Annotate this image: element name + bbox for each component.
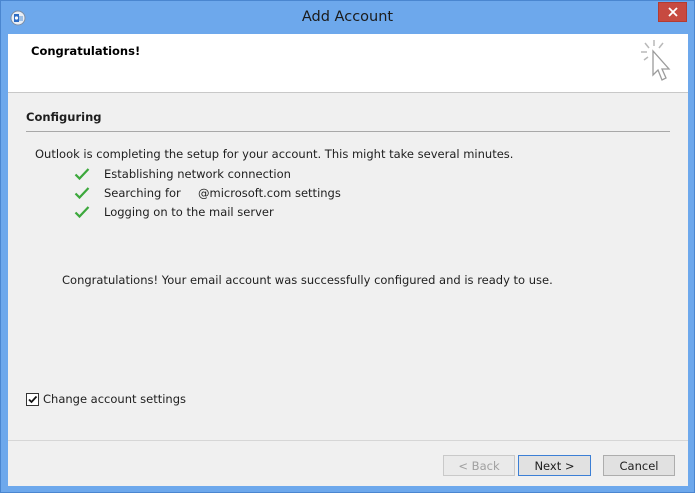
title-bar[interactable]: Add Account bbox=[1, 1, 694, 34]
next-button[interactable]: Next > bbox=[518, 455, 591, 476]
step-label: Establishing network connection bbox=[104, 167, 291, 181]
checkmark-icon bbox=[28, 395, 38, 403]
step-item: Logging on to the mail server bbox=[74, 203, 274, 221]
window-title: Add Account bbox=[301, 9, 394, 25]
back-button[interactable]: < Back bbox=[443, 455, 515, 476]
step-item: Searching for @microsoft.com settings bbox=[74, 184, 341, 202]
header-panel: Congratulations! bbox=[8, 34, 688, 93]
step-suffix: @microsoft.com settings bbox=[198, 186, 341, 200]
dialog-body: Congratulations! Configuring Outlook is … bbox=[8, 34, 688, 486]
change-account-settings-label: Change account settings bbox=[43, 392, 187, 406]
configure-cursor-icon bbox=[641, 40, 671, 81]
change-account-settings-option[interactable]: Change account settings bbox=[26, 392, 186, 406]
check-icon bbox=[74, 168, 90, 181]
cancel-button[interactable]: Cancel bbox=[603, 455, 675, 476]
close-button[interactable] bbox=[658, 2, 687, 22]
check-icon bbox=[74, 206, 90, 219]
step-label: Searching for bbox=[104, 186, 181, 200]
header-title: Congratulations! bbox=[31, 44, 141, 58]
close-icon bbox=[667, 7, 678, 17]
footer-divider bbox=[8, 440, 688, 441]
check-icon bbox=[74, 187, 90, 200]
section-divider bbox=[26, 131, 670, 132]
change-account-settings-checkbox[interactable] bbox=[26, 392, 39, 406]
step-item: Establishing network connection bbox=[74, 165, 291, 183]
success-message: Congratulations! Your email account was … bbox=[62, 273, 553, 287]
section-title: Configuring bbox=[26, 110, 102, 124]
setup-intro-text: Outlook is completing the setup for your… bbox=[35, 147, 514, 161]
add-account-window: Add Account Congratulations! Configuring bbox=[0, 0, 695, 493]
step-label: Logging on to the mail server bbox=[104, 205, 274, 219]
